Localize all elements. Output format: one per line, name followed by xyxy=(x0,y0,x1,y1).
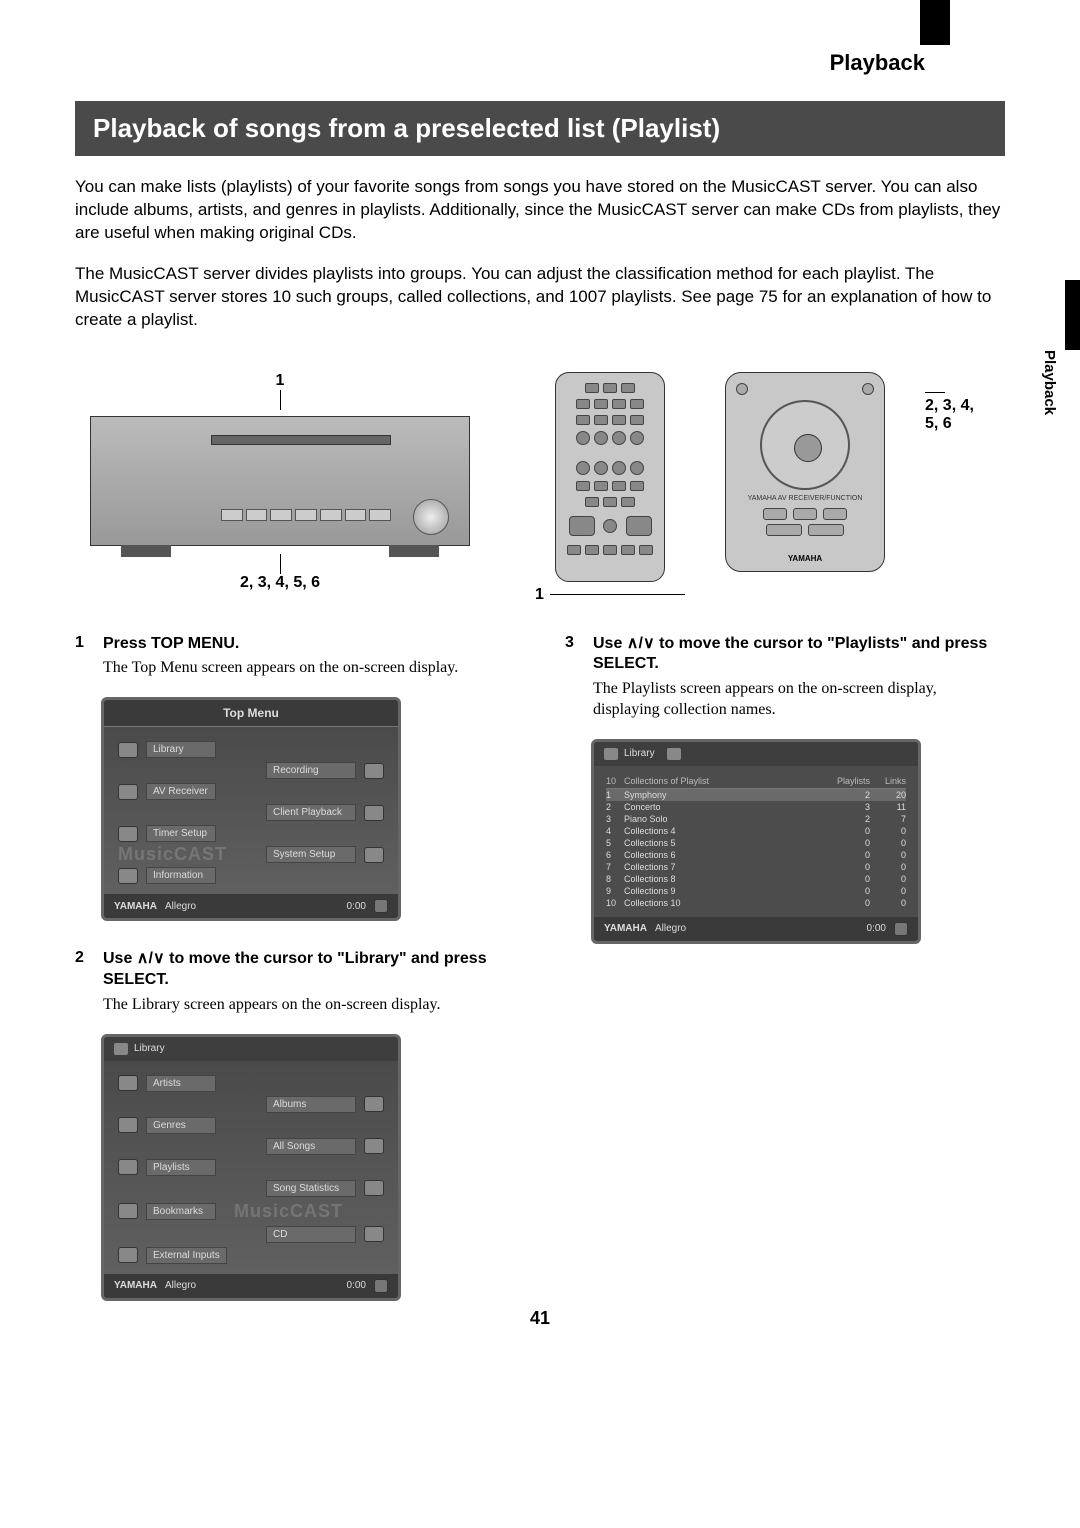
step-3: 3 Use ∧/∨ to move the cursor to "Playlis… xyxy=(565,634,1005,721)
remote2-function-label: YAMAHA AV RECEIVER/FUNCTION xyxy=(736,495,874,502)
step-2: 2 Use ∧/∨ to move the cursor to "Library… xyxy=(75,949,515,1015)
cd-icon xyxy=(364,1226,384,1242)
step-1: 1 Press TOP MENU. The Top Menu screen ap… xyxy=(75,634,515,680)
remote2-illustration: YAMAHA AV RECEIVER/FUNCTION YAMAHA xyxy=(725,372,885,572)
songs-icon xyxy=(364,1138,384,1154)
footer-time: 0:00 xyxy=(867,923,886,934)
table-row: 4Collections 400 xyxy=(606,825,906,837)
playlists-screenshot: Library 10 Collections of Playlist Playl… xyxy=(591,739,921,944)
table-row: 3Piano Solo27 xyxy=(606,813,906,825)
play-icon xyxy=(374,899,388,913)
manual-page: Playback Playback Playback of songs from… xyxy=(0,0,1080,1359)
device-diagram: 1 2, 3, 4, 5, 6 xyxy=(75,372,485,592)
table-row: 2Concerto311 xyxy=(606,801,906,813)
stats-icon xyxy=(364,1180,384,1196)
playlists-icon xyxy=(118,1159,138,1175)
step-title: Use ∧/∨ to move the cursor to "Playlists… xyxy=(593,634,1005,676)
table-row: 6Collections 600 xyxy=(606,849,906,861)
info-icon xyxy=(118,868,138,884)
step-body: The Playlists screen appears on the on-s… xyxy=(593,679,1005,721)
remote-illustration xyxy=(555,372,665,582)
footer-brand: YAMAHA xyxy=(114,901,157,912)
genres-icon xyxy=(118,1117,138,1133)
remote-callout-right: 2, 3, 4, 5, 6 xyxy=(925,372,1005,433)
external-icon xyxy=(118,1247,138,1263)
thumb-tab-top xyxy=(920,0,950,45)
table-row: 7Collections 700 xyxy=(606,861,906,873)
collections-table: 10 Collections of Playlist Playlists Lin… xyxy=(594,766,918,917)
library-icon xyxy=(118,742,138,758)
footer-track: Allegro xyxy=(655,923,686,934)
step-number: 2 xyxy=(75,949,89,991)
crumb-icon xyxy=(604,748,618,760)
step-title: Press TOP MENU. xyxy=(103,634,515,655)
up-down-icon: ∧/∨ xyxy=(137,950,165,967)
play-icon xyxy=(894,922,908,936)
breadcrumb: Playback xyxy=(75,50,1005,76)
footer-brand: YAMAHA xyxy=(114,1280,157,1291)
timer-icon xyxy=(118,826,138,842)
table-row: 5Collections 500 xyxy=(606,837,906,849)
step-title: Use ∧/∨ to move the cursor to "Library" … xyxy=(103,949,515,991)
dpad-icon xyxy=(760,400,850,490)
library-screenshot: Library Artists Albums Genres All Songs … xyxy=(101,1034,401,1301)
page-number: 41 xyxy=(0,1308,1080,1329)
footer-time: 0:00 xyxy=(347,901,366,912)
table-row: 9Collections 900 xyxy=(606,885,906,897)
device-callout-bottom: 2, 3, 4, 5, 6 xyxy=(75,574,485,592)
up-down-icon: ∧/∨ xyxy=(627,635,655,652)
step-number: 1 xyxy=(75,634,89,655)
table-row: 8Collections 800 xyxy=(606,873,906,885)
footer-track: Allegro xyxy=(165,901,196,912)
yamaha-logo: YAMAHA xyxy=(726,554,884,563)
screen-title: Top Menu xyxy=(104,700,398,727)
musiccast-server-illustration xyxy=(90,416,470,546)
table-header: 10 Collections of Playlist Playlists Lin… xyxy=(606,774,906,789)
crumb-sep-icon xyxy=(667,748,681,760)
footer-time: 0:00 xyxy=(347,1280,366,1291)
device-callout-top: 1 xyxy=(75,372,485,390)
artists-icon xyxy=(118,1075,138,1091)
left-column: 1 Press TOP MENU. The Top Menu screen ap… xyxy=(75,634,515,1329)
thumb-tab-side xyxy=(1065,280,1080,350)
section-tab-label: Playback xyxy=(1041,350,1058,415)
step-body: The Top Menu screen appears on the on-sc… xyxy=(103,658,515,679)
client-icon xyxy=(364,805,384,821)
table-row: 10Collections 1000 xyxy=(606,897,906,909)
step-body: The Library screen appears on the on-scr… xyxy=(103,995,515,1016)
top-menu-screenshot: Top Menu Library Recording AV Receiver C… xyxy=(101,697,401,921)
table-row: 1Symphony220 xyxy=(606,789,906,801)
remote-callout-left: 1 xyxy=(535,586,544,604)
page-title: Playback of songs from a preselected lis… xyxy=(75,101,1005,156)
hardware-diagram-row: 1 2, 3, 4, 5, 6 xyxy=(75,372,1005,604)
right-column: 3 Use ∧/∨ to move the cursor to "Playlis… xyxy=(565,634,1005,1329)
steps-columns: 1 Press TOP MENU. The Top Menu screen ap… xyxy=(75,634,1005,1329)
step-number: 3 xyxy=(565,634,579,676)
recording-icon xyxy=(364,763,384,779)
intro-paragraph-2: The MusicCAST server divides playlists i… xyxy=(75,263,1005,332)
bookmarks-icon xyxy=(118,1203,138,1219)
intro-paragraph-1: You can make lists (playlists) of your f… xyxy=(75,176,1005,245)
footer-brand: YAMAHA xyxy=(604,923,647,934)
setup-icon xyxy=(364,847,384,863)
play-icon xyxy=(374,1279,388,1293)
remote-diagram-2: YAMAHA AV RECEIVER/FUNCTION YAMAHA xyxy=(715,372,895,572)
remote-diagram-1: 1 xyxy=(535,372,685,604)
receiver-icon xyxy=(118,784,138,800)
crumb-icon xyxy=(114,1043,128,1055)
footer-track: Allegro xyxy=(165,1280,196,1291)
albums-icon xyxy=(364,1096,384,1112)
